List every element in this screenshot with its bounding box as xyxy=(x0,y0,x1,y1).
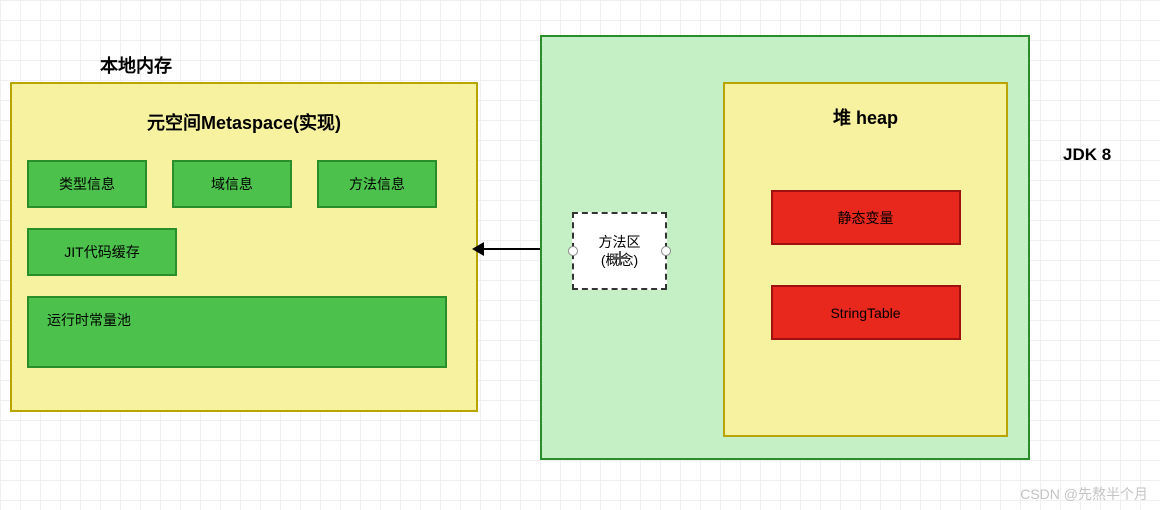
metaspace-container: 元空间Metaspace(实现) 类型信息 域信息 方法信息 JIT代码缓存 运… xyxy=(10,82,478,412)
watermark-text: CSDN @先熬半个月 xyxy=(1020,484,1148,504)
static-vars-box: 静态变量 xyxy=(771,190,961,245)
method-area-line1: 方法区 xyxy=(599,234,641,250)
jit-cache-box: JIT代码缓存 xyxy=(27,228,177,276)
class-info-box: 类型信息 xyxy=(27,160,147,208)
crosshair-v-icon xyxy=(619,251,621,265)
metaspace-title: 元空间Metaspace(实现) xyxy=(27,109,461,135)
string-table-box: StringTable xyxy=(771,285,961,340)
runtime-pool-box: 运行时常量池 xyxy=(27,296,447,368)
metaspace-row-1: 类型信息 域信息 方法信息 xyxy=(27,160,461,208)
method-info-box: 方法信息 xyxy=(317,160,437,208)
method-area-box[interactable]: 方法区 (概念) xyxy=(572,212,667,290)
resize-handle-right[interactable] xyxy=(661,246,671,256)
jdk-version-label: JDK 8 xyxy=(1063,145,1111,165)
resize-handle-left[interactable] xyxy=(568,246,578,256)
jvm-container: 方法区 (概念) 堆 heap 静态变量 StringTable xyxy=(540,35,1030,460)
field-info-box: 域信息 xyxy=(172,160,292,208)
native-memory-label: 本地内存 xyxy=(100,52,172,78)
heap-title: 堆 heap xyxy=(833,104,898,130)
arrow-head-icon xyxy=(472,242,484,256)
heap-container: 堆 heap 静态变量 StringTable xyxy=(723,82,1008,437)
